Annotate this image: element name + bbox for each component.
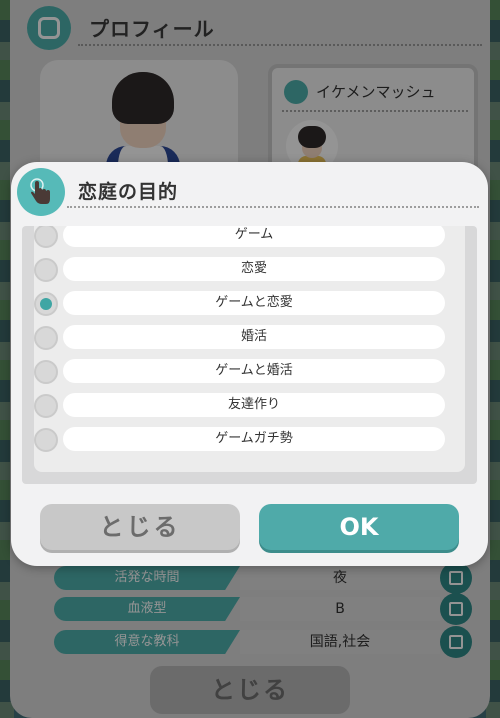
radio-button-selected[interactable]: [34, 292, 58, 316]
modal-title: 恋庭の目的: [78, 181, 179, 203]
option-item[interactable]: 恋愛: [34, 257, 465, 283]
option-item[interactable]: ゲームガチ勢: [34, 427, 465, 453]
option-item[interactable]: ゲームと恋愛: [34, 291, 465, 317]
option-label[interactable]: ゲームと婚活: [63, 359, 445, 383]
option-item[interactable]: ゲームと婚活: [34, 359, 465, 385]
option-label[interactable]: 恋愛: [63, 257, 445, 281]
ok-button[interactable]: OK: [259, 504, 459, 550]
modal-title-divider: [67, 206, 479, 208]
option-item[interactable]: 婚活: [34, 325, 465, 351]
radio-button[interactable]: [34, 326, 58, 350]
radio-button[interactable]: [34, 226, 58, 248]
options-list[interactable]: ゲーム 恋愛 ゲームと恋愛 婚活 ゲームと婚活 友達作り ゲームガチ勢: [34, 226, 465, 472]
option-label[interactable]: ゲームガチ勢: [63, 427, 445, 451]
radio-button[interactable]: [34, 394, 58, 418]
option-label[interactable]: 友達作り: [63, 393, 445, 417]
tap-hand-icon: [17, 168, 65, 216]
close-button[interactable]: とじる: [40, 504, 240, 550]
radio-button[interactable]: [34, 428, 58, 452]
option-label[interactable]: 婚活: [63, 325, 445, 349]
option-label[interactable]: ゲーム: [63, 226, 445, 247]
option-item[interactable]: 友達作り: [34, 393, 465, 419]
radio-button[interactable]: [34, 258, 58, 282]
radio-button[interactable]: [34, 360, 58, 384]
option-label[interactable]: ゲームと恋愛: [63, 291, 445, 315]
options-frame: ゲーム 恋愛 ゲームと恋愛 婚活 ゲームと婚活 友達作り ゲームガチ勢: [22, 226, 477, 484]
option-item[interactable]: ゲーム: [34, 226, 465, 249]
purpose-modal: 恋庭の目的 ゲーム 恋愛 ゲームと恋愛 婚活 ゲームと婚活 友達作り ゲームガチ…: [11, 162, 488, 566]
